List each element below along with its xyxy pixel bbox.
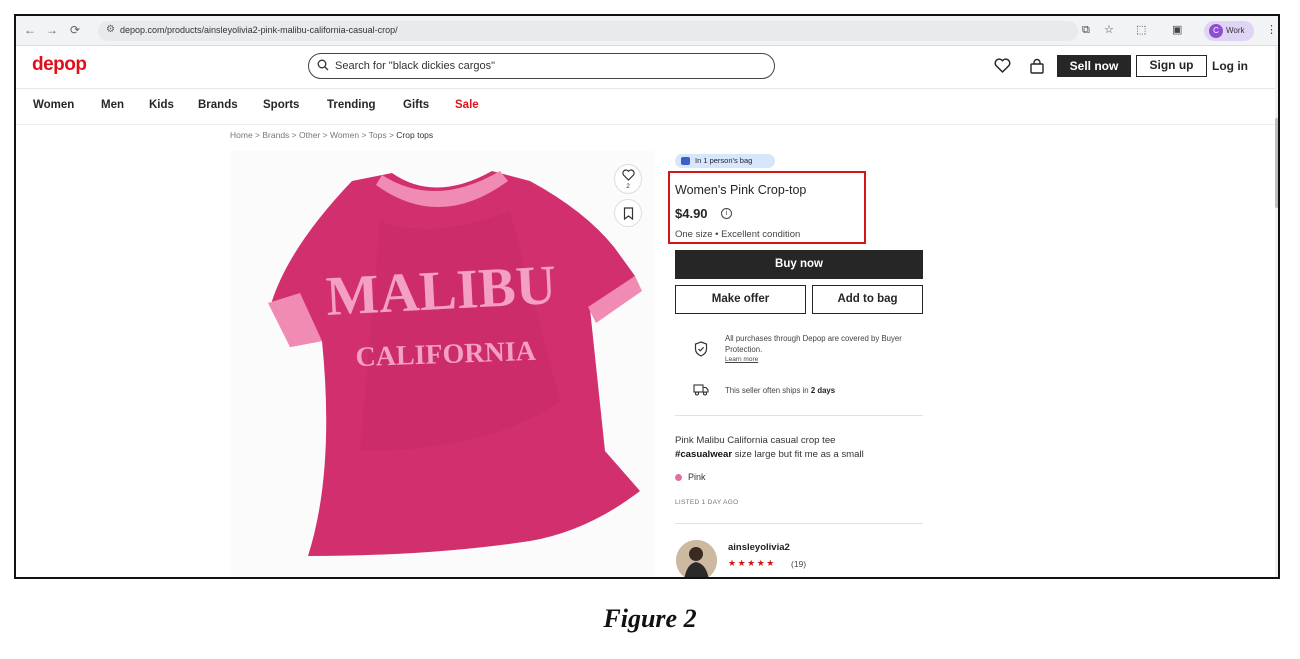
color-label: Pink <box>688 472 706 482</box>
in-bag-text: In 1 person's bag <box>695 156 753 165</box>
description-line-1: Pink Malibu California casual crop tee <box>675 435 836 446</box>
details-divider <box>675 415 923 416</box>
profile-chip[interactable]: C Work <box>1204 21 1254 41</box>
shield-check-icon <box>694 341 708 357</box>
address-bar[interactable]: ⚙ depop.com/products/ainsleyolivia2-pink… <box>98 21 1078 41</box>
heart-outline-icon <box>622 169 635 181</box>
sign-up-button[interactable]: Sign up <box>1136 55 1207 77</box>
breadcrumb-other[interactable]: Other <box>299 130 320 140</box>
product-price: $4.90 <box>675 206 708 221</box>
header-divider <box>16 88 1278 89</box>
install-app-icon[interactable]: ⧉ <box>1082 23 1090 37</box>
listed-time: LISTED 1 DAY AGO <box>675 499 739 506</box>
breadcrumb-brands[interactable]: Brands <box>262 130 289 140</box>
bag-badge-icon <box>681 157 690 165</box>
nav-trending[interactable]: Trending <box>327 99 376 111</box>
pink-tshirt-illustration: MALIBU CALIFORNIA <box>268 171 642 556</box>
add-to-bag-button[interactable]: Add to bag <box>812 285 923 314</box>
product-image[interactable]: MALIBU CALIFORNIA <box>230 151 654 577</box>
browser-toolbar: ← → ⟳ ⚙ depop.com/products/ainsleyolivia… <box>16 16 1278 46</box>
depop-logo[interactable]: depop <box>32 54 87 76</box>
make-offer-button[interactable]: Make offer <box>675 285 806 314</box>
browser-window: ← → ⟳ ⚙ depop.com/products/ainsleyolivia… <box>14 14 1280 579</box>
breadcrumb-tops[interactable]: Tops <box>369 130 387 140</box>
bookmark-icon <box>623 207 634 220</box>
shipping-days: 2 days <box>810 386 836 395</box>
profile-label: Work <box>1226 26 1245 35</box>
breadcrumb-home[interactable]: Home <box>230 130 253 140</box>
nav-divider <box>16 124 1278 125</box>
nav-sports[interactable]: Sports <box>263 99 299 111</box>
buy-now-button[interactable]: Buy now <box>675 250 923 279</box>
seller-photo <box>676 540 717 577</box>
breadcrumb: Home > Brands > Other > Women > Tops > C… <box>230 130 434 140</box>
site-settings-icon[interactable]: ⚙ <box>106 24 115 35</box>
nav-brands[interactable]: Brands <box>198 99 238 111</box>
seller-username[interactable]: ainsleyolivia2 <box>728 542 790 553</box>
search-bar[interactable] <box>308 53 775 79</box>
shipping-truck-icon <box>693 384 709 396</box>
in-bag-badge: In 1 person's bag <box>675 154 775 168</box>
seller-rating-stars: ★★★★★ <box>728 558 776 568</box>
nav-men[interactable]: Men <box>101 99 124 111</box>
forward-icon[interactable]: → <box>46 23 58 37</box>
nav-women[interactable]: Women <box>33 99 74 111</box>
shirt-california-text: CALIFORNIA <box>355 336 537 373</box>
info-icon[interactable]: i <box>721 208 732 219</box>
reload-icon[interactable]: ⟳ <box>70 23 80 37</box>
browser-menu-icon[interactable]: ⋮ <box>1266 23 1277 37</box>
like-button[interactable]: 2 <box>614 164 642 194</box>
sell-now-button[interactable]: Sell now <box>1057 55 1131 77</box>
like-count: 2 <box>626 183 630 190</box>
bag-icon[interactable] <box>1029 58 1045 74</box>
shipping-info: This seller often ships in 2 days <box>725 386 835 395</box>
figure-caption: Figure 2 <box>603 604 697 633</box>
scrollbar-thumb[interactable] <box>1275 118 1278 208</box>
url-text: depop.com/products/ainsleyolivia2-pink-m… <box>120 25 398 35</box>
buyer-protection-text: All purchases through Depop are covered … <box>725 334 902 354</box>
shipping-text: This seller often ships in <box>725 386 809 395</box>
breadcrumb-crop-tops: Crop tops <box>396 130 434 140</box>
shirt-malibu-text: MALIBU <box>324 254 557 328</box>
side-panel-icon[interactable]: ▣ <box>1172 23 1182 37</box>
profile-avatar: C <box>1209 24 1223 38</box>
seller-divider <box>675 523 923 524</box>
nav-sale[interactable]: Sale <box>455 99 479 111</box>
color-swatch <box>675 474 682 481</box>
heart-icon[interactable] <box>994 58 1011 73</box>
back-icon[interactable]: ← <box>24 23 36 37</box>
review-count[interactable]: (19) <box>791 559 806 569</box>
breadcrumb-women[interactable]: Women <box>330 130 359 140</box>
save-button[interactable] <box>614 199 642 227</box>
hashtag-link[interactable]: #casualwear <box>675 449 732 460</box>
product-title: Women's Pink Crop-top <box>675 183 807 197</box>
log-in-link[interactable]: Log in <box>1212 59 1248 73</box>
bookmark-star-icon[interactable]: ☆ <box>1104 23 1114 37</box>
seller-avatar[interactable] <box>676 540 717 577</box>
product-description: Pink Malibu California casual crop tee #… <box>675 434 923 462</box>
description-line-2: #casualwear size large but fit me as a s… <box>675 448 923 462</box>
scrollbar[interactable] <box>1275 46 1278 577</box>
learn-more-link[interactable]: Learn more <box>725 356 758 363</box>
size-condition: One size • Excellent condition <box>675 229 801 240</box>
extensions-icon[interactable]: ⬚ <box>1136 23 1146 37</box>
description-text: size large but fit me as a small <box>732 449 864 460</box>
search-input[interactable] <box>335 58 755 74</box>
search-icon <box>317 59 329 71</box>
nav-gifts[interactable]: Gifts <box>403 99 429 111</box>
nav-kids[interactable]: Kids <box>149 99 174 111</box>
